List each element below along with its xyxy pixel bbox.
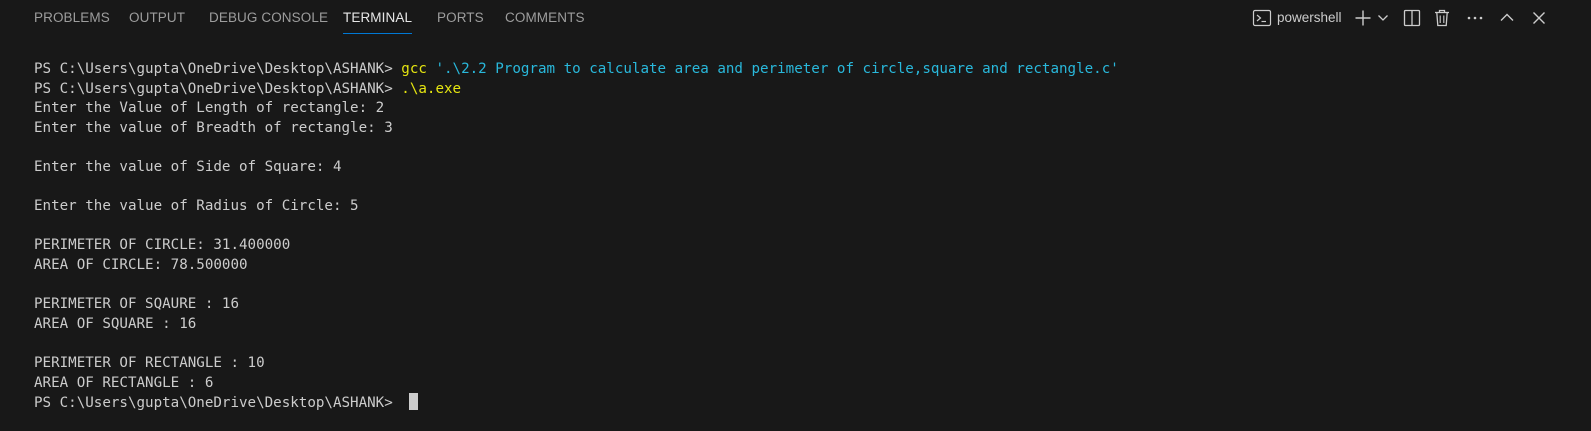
terminal-line: AREA OF RECTANGLE : 6 xyxy=(34,374,214,391)
tab-terminal[interactable]: TERMINAL xyxy=(343,0,413,36)
close-icon[interactable] xyxy=(1529,8,1549,30)
split-icon[interactable] xyxy=(1402,8,1422,30)
terminal-line-prompt: PS C:\Users\gupta\OneDrive\Desktop\ASHAN… xyxy=(34,393,1581,413)
tab-output[interactable]: OUTPUT xyxy=(129,0,185,36)
terminal-line: AREA OF SQUARE : 16 xyxy=(34,315,197,332)
terminal-line: PERIMETER OF RECTANGLE : 10 xyxy=(34,354,265,371)
more-icon[interactable] xyxy=(1465,8,1485,30)
terminal-line-command-run: PS C:\Users\gupta\OneDrive\Desktop\ASHAN… xyxy=(34,80,1581,100)
tab-debug-console[interactable]: DEBUG CONSOLE xyxy=(209,0,328,36)
terminal-line: PERIMETER OF SQAURE : 16 xyxy=(34,296,239,313)
prompt-text: PS C:\Users\gupta\OneDrive\Desktop\ASHAN… xyxy=(34,395,402,412)
prompt-text: PS C:\Users\gupta\OneDrive\Desktop\ASHAN… xyxy=(34,80,402,97)
chevron-up-icon[interactable] xyxy=(1497,8,1517,30)
shell-name-label[interactable]: powershell xyxy=(1277,0,1342,36)
add-icon[interactable] xyxy=(1353,8,1373,30)
panel-tab-bar: PROBLEMS OUTPUT DEBUG CONSOLE TERMINAL P… xyxy=(0,0,1591,36)
command-argument: '.\2.2 Program to calculate area and per… xyxy=(426,61,1119,77)
tab-problems[interactable]: PROBLEMS xyxy=(34,0,110,36)
terminal-line: AREA OF CIRCLE: 78.500000 xyxy=(34,256,248,273)
terminal-icon[interactable] xyxy=(1252,8,1272,30)
prompt-text: PS C:\Users\gupta\OneDrive\Desktop\ASHAN… xyxy=(34,61,402,77)
tab-comments[interactable]: COMMENTS xyxy=(505,0,585,36)
terminal-line: Enter the value of Radius of Circle: 5 xyxy=(34,198,359,215)
terminal-cursor xyxy=(409,393,419,411)
terminal-panel: PROBLEMS OUTPUT DEBUG CONSOLE TERMINAL P… xyxy=(0,0,1591,431)
terminal-line: Enter the value of Side of Square: 4 xyxy=(34,158,342,175)
command-name: gcc xyxy=(401,61,427,77)
terminal-output[interactable]: PS C:\Users\gupta\OneDrive\Desktop\ASHAN… xyxy=(34,60,1581,413)
terminal-line: Enter the Value of Length of rectangle: … xyxy=(34,100,385,117)
command-name: .\a.exe xyxy=(401,80,462,97)
trash-icon[interactable] xyxy=(1433,8,1451,30)
tab-ports[interactable]: PORTS xyxy=(437,0,484,36)
chevron-down-icon[interactable] xyxy=(1376,10,1390,32)
terminal-line-command-compile: PS C:\Users\gupta\OneDrive\Desktop\ASHAN… xyxy=(34,60,1581,80)
terminal-line: PERIMETER OF CIRCLE: 31.400000 xyxy=(34,237,291,254)
terminal-line: Enter the value of Breadth of rectangle:… xyxy=(34,119,393,136)
